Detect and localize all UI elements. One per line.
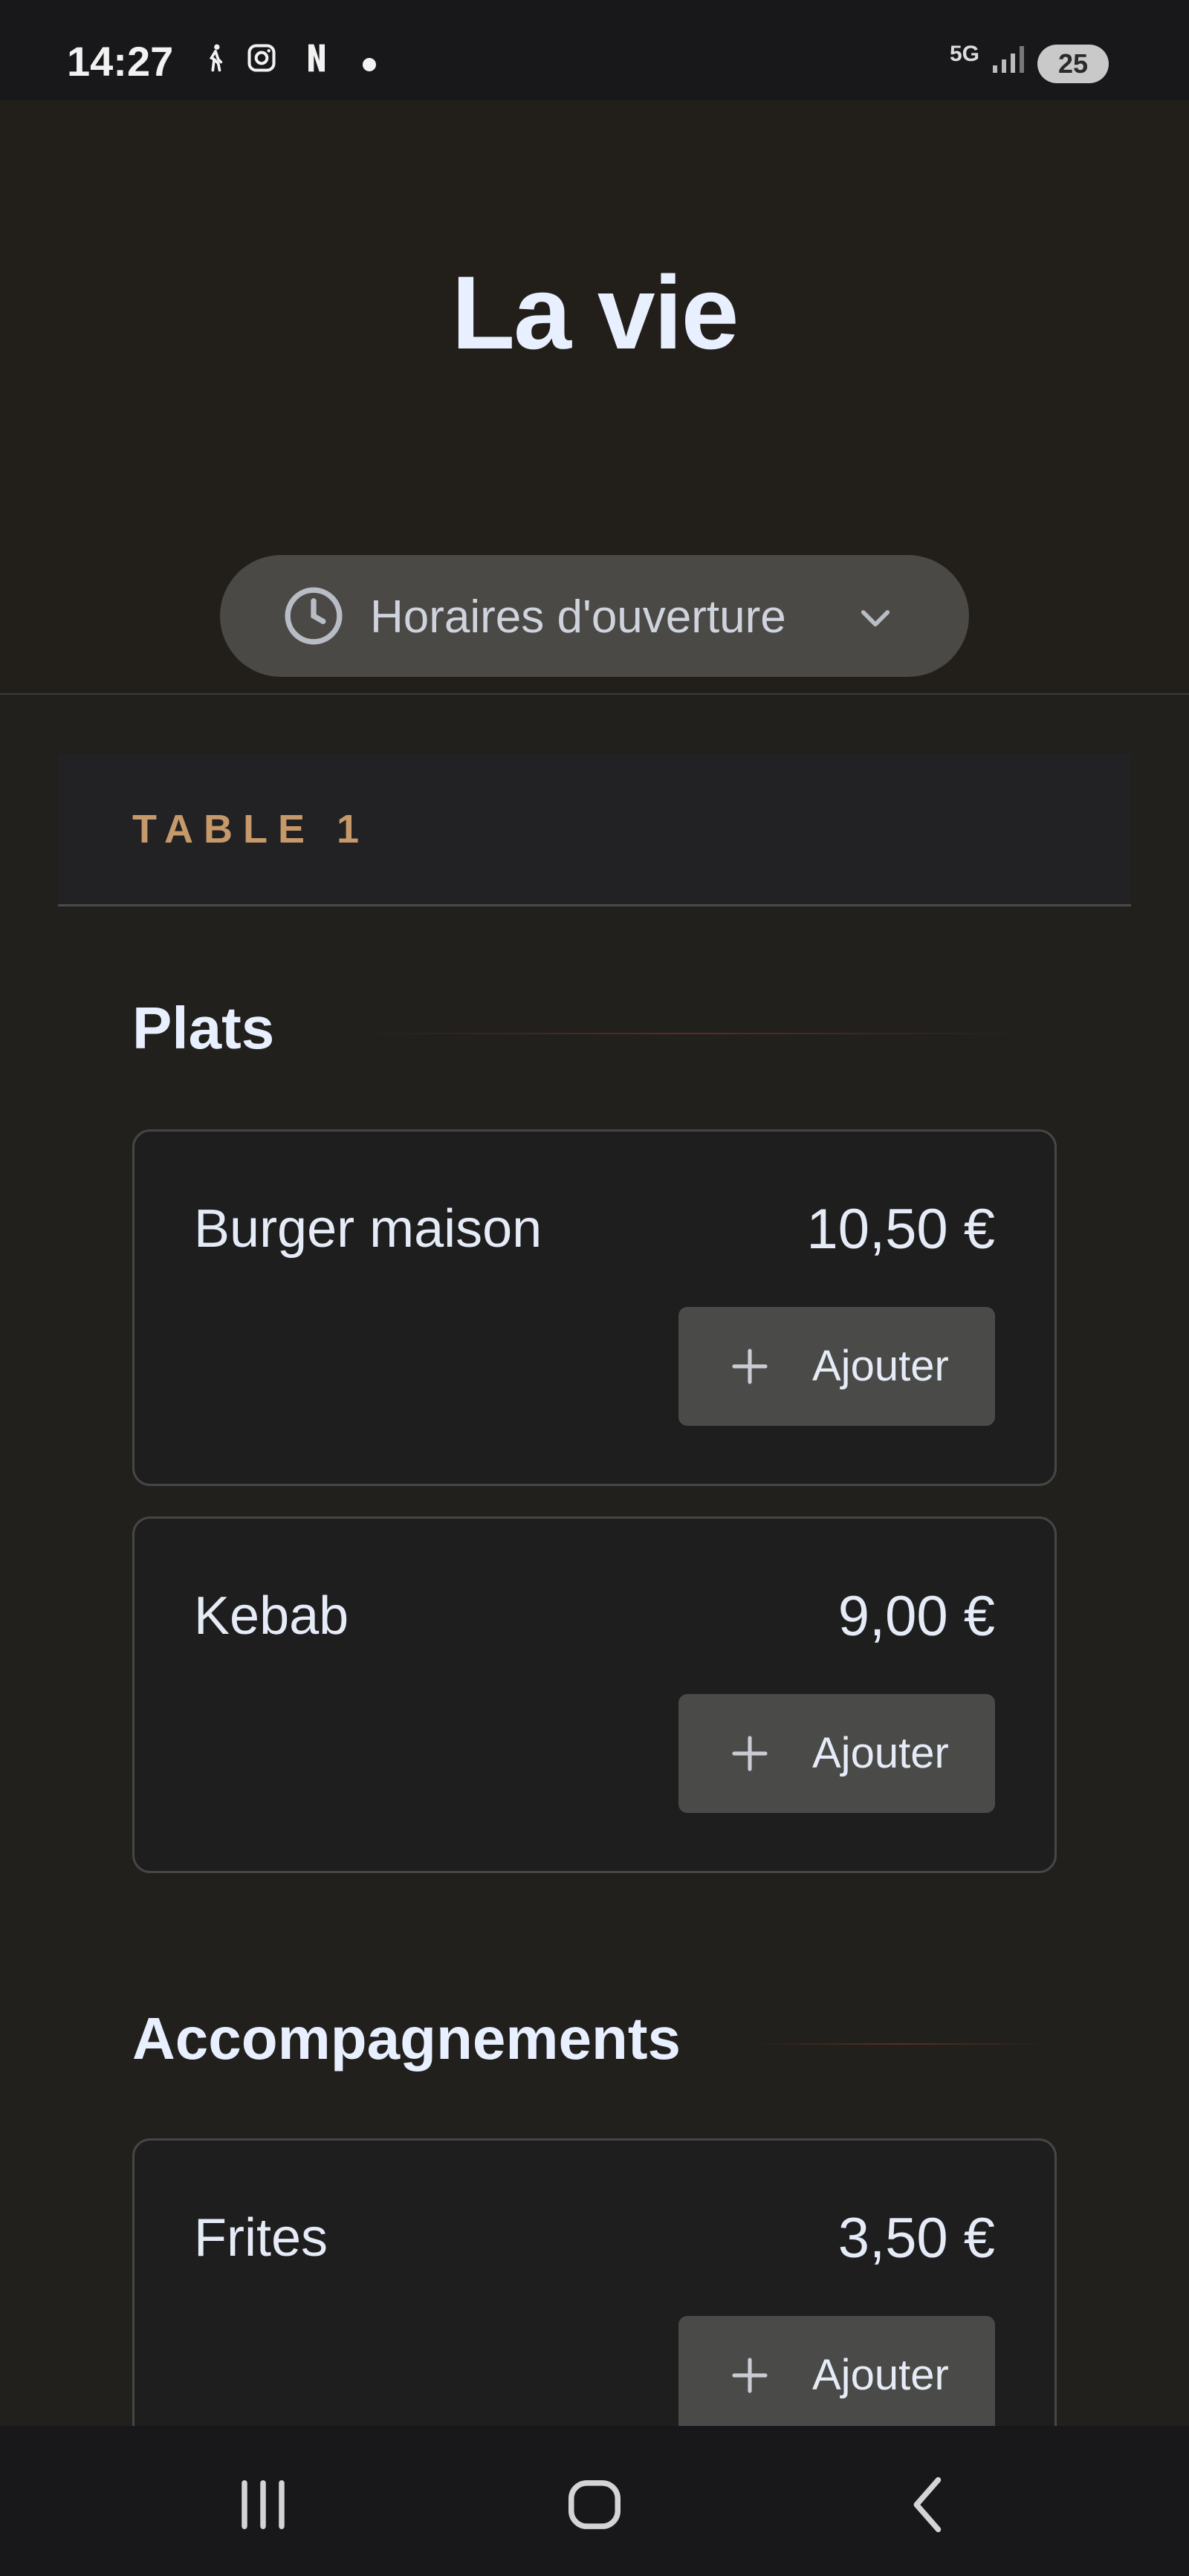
- menu-item-card: Kebab 9,00 € Ajouter: [132, 1516, 1057, 1873]
- home-icon[interactable]: [557, 2468, 632, 2542]
- item-price: 10,50 €: [806, 1198, 995, 1261]
- section-title-accompagnements: Accompagnements: [132, 2005, 681, 2071]
- clock-icon: [285, 587, 343, 645]
- system-navigation-bar: [0, 2426, 1189, 2576]
- signal-icon: [993, 46, 1024, 73]
- add-button-label: Ajouter: [812, 1729, 949, 1777]
- app-screen: 14:27 5G 25 La vie Horaires d'ouverture …: [0, 0, 1189, 2576]
- network-type: 5G: [950, 42, 980, 66]
- chevron-down-icon: [861, 610, 890, 627]
- instagram-icon: [247, 44, 276, 72]
- item-name: Burger maison: [194, 1199, 542, 1259]
- table-label: TABLE 1: [132, 807, 370, 851]
- opening-hours-button[interactable]: Horaires d'ouverture: [220, 555, 969, 677]
- status-time: 14:27: [67, 38, 174, 85]
- walking-icon: [209, 44, 223, 72]
- section-divider: [751, 2043, 1048, 2045]
- notification-dot: [363, 58, 376, 71]
- item-name: Kebab: [194, 1586, 349, 1646]
- plus-icon: [732, 1736, 768, 1771]
- item-price: 9,00 €: [838, 1585, 995, 1648]
- restaurant-name: La vie: [451, 254, 739, 371]
- item-price: 3,50 €: [838, 2207, 995, 2270]
- plus-icon: [732, 1349, 768, 1384]
- add-to-order-button[interactable]: Ajouter: [678, 1694, 995, 1813]
- back-icon[interactable]: [892, 2468, 966, 2542]
- add-to-order-button[interactable]: Ajouter: [678, 2316, 995, 2435]
- add-to-order-button[interactable]: Ajouter: [678, 1307, 995, 1426]
- table-banner: TABLE 1: [58, 754, 1131, 906]
- header: La vie Horaires d'ouverture: [0, 100, 1189, 695]
- item-name: Frites: [194, 2208, 328, 2268]
- menu-item-card: Burger maison 10,50 € Ajouter: [132, 1129, 1057, 1486]
- add-button-label: Ajouter: [812, 1342, 949, 1390]
- plus-icon: [732, 2358, 768, 2393]
- recent-apps-icon[interactable]: [226, 2468, 300, 2542]
- battery-icon: 25: [1037, 45, 1109, 83]
- netflix-icon: [308, 44, 325, 72]
- status-bar: 14:27 5G 25: [0, 0, 1189, 100]
- section-title-plats: Plats: [132, 995, 275, 1061]
- add-button-label: Ajouter: [812, 2351, 949, 2399]
- section-divider: [357, 1033, 1026, 1034]
- opening-hours-label: Horaires d'ouverture: [370, 591, 786, 643]
